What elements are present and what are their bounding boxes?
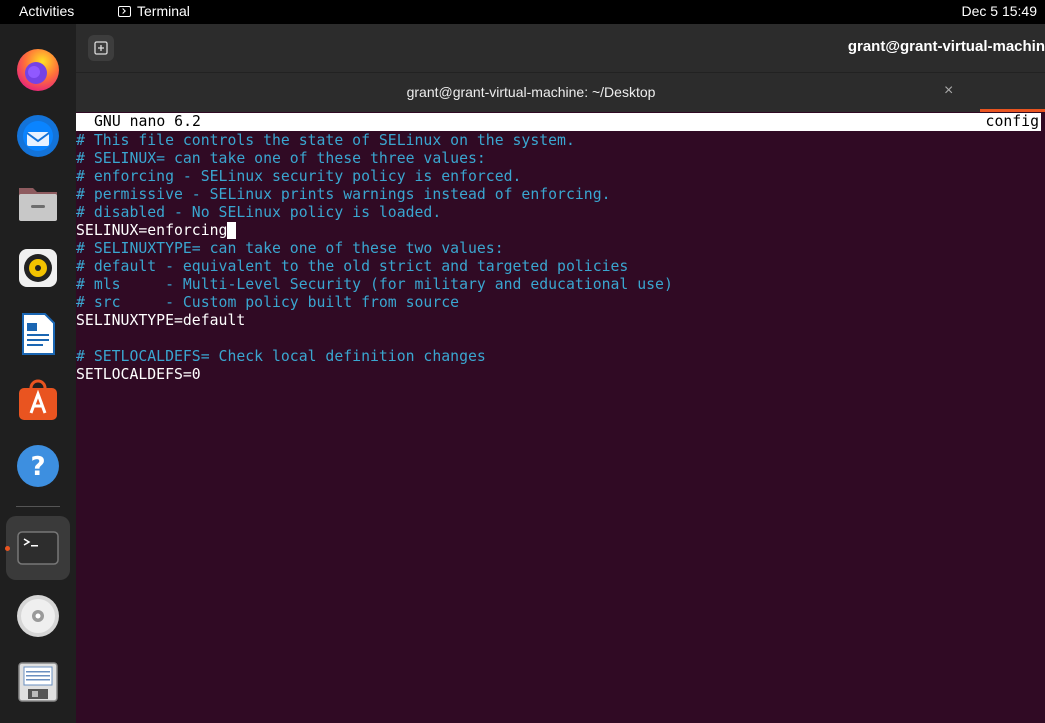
help-icon[interactable]: ? (12, 440, 64, 492)
dock: ? (0, 24, 76, 723)
dock-separator (16, 506, 60, 507)
selinux-setting: SELINUX=enforcing (76, 222, 228, 239)
file-line-13: # SETLOCALDEFS= Check local definition c… (76, 348, 486, 365)
terminal-area[interactable]: GNU nano 6.2 config # This file controls… (76, 113, 1045, 723)
svg-text:?: ? (30, 452, 45, 482)
nano-titlebar: GNU nano 6.2 config (76, 113, 1041, 131)
file-line-3: # enforcing - SELinux security policy is… (76, 168, 522, 185)
libreoffice-writer-icon[interactable] (12, 308, 64, 360)
window-headerbar: grant@grant-virtual-machin (76, 24, 1045, 72)
file-line-1: # This file controls the state of SELinu… (76, 132, 575, 149)
new-tab-icon (94, 41, 108, 55)
activities-button[interactable]: Activities (19, 3, 74, 19)
tab-close-icon[interactable]: × (944, 82, 953, 100)
tab-desktop[interactable]: grant@grant-virtual-machine: ~/Desktop (76, 84, 986, 100)
dvd-icon[interactable] (12, 590, 64, 642)
app-center-icon[interactable] (12, 374, 64, 426)
file-line-2: # SELINUX= can take one of these three v… (76, 150, 486, 167)
files-icon[interactable] (12, 176, 64, 228)
nano-version: GNU nano 6.2 (94, 113, 201, 130)
terminal-icon[interactable] (12, 522, 64, 574)
file-line-7: # SELINUXTYPE= can take one of these two… (76, 240, 504, 257)
thunderbird-icon[interactable] (12, 110, 64, 162)
file-line-11: SELINUXTYPE=default (76, 312, 246, 329)
file-line-8: # default - equivalent to the old strict… (76, 258, 629, 275)
rhythmbox-icon[interactable] (12, 242, 64, 294)
app-menu[interactable]: Terminal (118, 3, 190, 19)
file-line-9: # mls - Multi-Level Security (for milita… (76, 276, 673, 293)
file-line-6: SELINUX=enforcing (76, 222, 237, 240)
app-menu-label: Terminal (137, 3, 190, 19)
top-bar: Activities Terminal Dec 5 15:49 (0, 0, 1045, 24)
file-line-14: SETLOCALDEFS=0 (76, 366, 201, 383)
file-line-5: # disabled - No SELinux policy is loaded… (76, 204, 442, 221)
firefox-icon[interactable] (12, 44, 64, 96)
running-indicator (5, 546, 10, 551)
terminal-small-icon (118, 5, 131, 17)
tab-accent-bar (980, 109, 1045, 112)
window-title: grant@grant-virtual-machin (847, 38, 1045, 55)
new-tab-button[interactable] (88, 35, 114, 61)
tab-bar: grant@grant-virtual-machine: ~/Desktop × (76, 72, 1045, 112)
file-line-10: # src - Custom policy built from source (76, 294, 460, 311)
text-cursor (227, 222, 237, 239)
clock[interactable]: Dec 5 15:49 (962, 3, 1038, 19)
save-disk-icon[interactable] (12, 656, 64, 708)
nano-filename: config (985, 113, 1039, 130)
file-line-4: # permissive - SELinux prints warnings i… (76, 186, 611, 203)
